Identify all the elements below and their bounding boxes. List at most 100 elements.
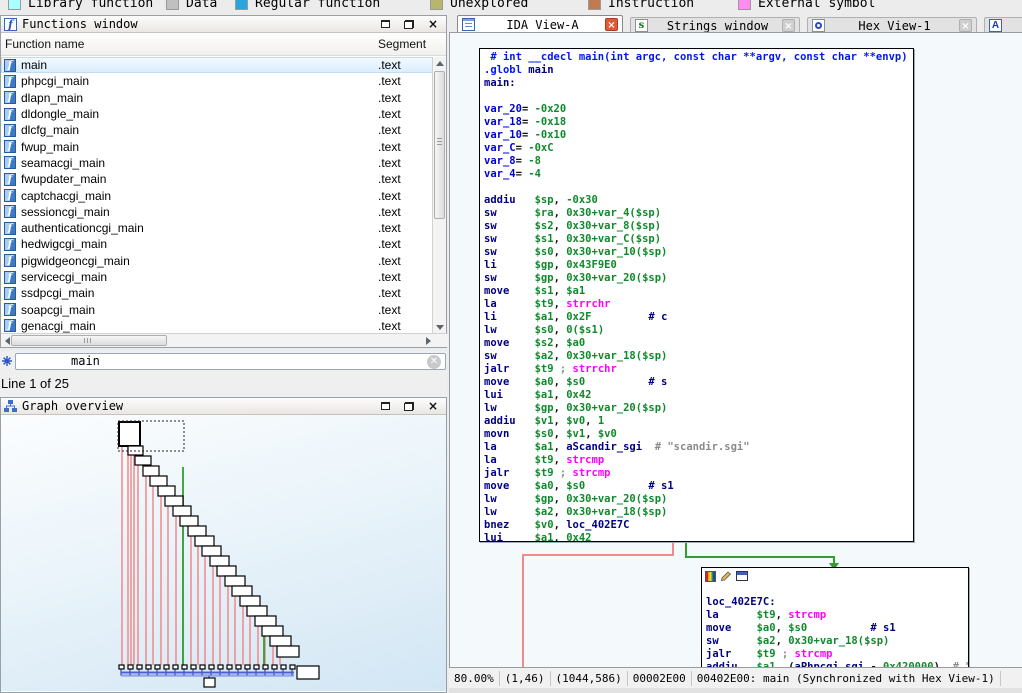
asm-line[interactable] bbox=[706, 583, 968, 596]
asm-line[interactable]: jalr $t9 ; strcmp bbox=[484, 467, 913, 480]
tab-close-icon[interactable]: × bbox=[605, 18, 618, 31]
asm-line[interactable]: addiu $v1, $v0, 1 bbox=[484, 415, 913, 428]
asm-line[interactable]: li $a1, 0x2F # c bbox=[484, 311, 913, 324]
asm-line[interactable]: addiu $sp, -0x30 bbox=[484, 194, 913, 207]
function-row[interactable]: fpigwidgeoncgi_main.text bbox=[1, 253, 434, 269]
asm-line[interactable]: move $a0, $s0 # s bbox=[484, 376, 913, 389]
function-row[interactable]: fservicecgi_main.text bbox=[1, 269, 434, 285]
tab-strings-window[interactable]: sStrings window× bbox=[630, 17, 800, 33]
function-row[interactable]: fauthenticationcgi_main.text bbox=[1, 220, 434, 236]
asm-line[interactable]: move $a0, $s0 # s1 bbox=[484, 480, 913, 493]
asm-line[interactable]: lw $gp, 0x30+var_20($sp) bbox=[484, 493, 913, 506]
asm-line[interactable]: la $t9, strrchr bbox=[484, 298, 913, 311]
column-function-name[interactable]: Function name bbox=[5, 37, 84, 51]
asm-line[interactable]: # int __cdecl main(int argc, const char … bbox=[484, 51, 913, 64]
asm-line[interactable]: jalr $t9 ; strrchr bbox=[484, 363, 913, 376]
function-row[interactable]: fsessioncgi_main.text bbox=[1, 204, 434, 220]
asm-line[interactable]: jalr $t9 ; strcmp bbox=[706, 648, 968, 661]
graph-overview-minimap[interactable] bbox=[1, 415, 446, 691]
horizontal-scrollbar-thumb[interactable] bbox=[11, 335, 167, 346]
tab-close-icon[interactable]: × bbox=[782, 19, 795, 32]
asm-line[interactable]: var_C= -0xC bbox=[484, 142, 913, 155]
function-row[interactable]: fsoapcgi_main.text bbox=[1, 301, 434, 317]
tab-textview[interactable]: A bbox=[984, 17, 1022, 33]
function-row[interactable]: ffwup_main.text bbox=[1, 138, 434, 154]
legend-swatch bbox=[588, 0, 601, 10]
asm-line[interactable]: lui $a1, 0x42 bbox=[484, 532, 913, 542]
maximize-icon[interactable] bbox=[379, 19, 391, 30]
asm-line[interactable]: var_8= -8 bbox=[484, 155, 913, 168]
asm-line[interactable] bbox=[484, 90, 913, 103]
horizontal-scrollbar[interactable] bbox=[1, 333, 448, 347]
asm-line[interactable]: sw $a2, 0x30+var_18($sp) bbox=[706, 635, 968, 648]
scroll-up-icon[interactable] bbox=[433, 57, 447, 70]
scroll-right-icon[interactable] bbox=[422, 334, 434, 348]
clear-filter-icon[interactable]: ✕ bbox=[427, 355, 441, 369]
asm-line[interactable]: var_18= -0x18 bbox=[484, 116, 913, 129]
restore-icon[interactable] bbox=[403, 401, 415, 412]
basic-block-loc-402E7C[interactable]: loc_402E7C:la $t9, strcmpmove $a0, $s0 #… bbox=[701, 567, 969, 667]
group-node-icon[interactable] bbox=[736, 571, 748, 581]
function-row[interactable]: ffwupdater_main.text bbox=[1, 171, 434, 187]
edit-pencil-icon[interactable] bbox=[720, 570, 732, 582]
asm-line[interactable]: lw $gp, 0x30+var_20($sp) bbox=[484, 402, 913, 415]
asm-line[interactable]: move $a0, $s0 # s1 bbox=[706, 622, 968, 635]
tab-close-icon[interactable]: × bbox=[959, 19, 972, 32]
asm-line[interactable]: movn $s0, $v1, $v0 bbox=[484, 428, 913, 441]
legend-label: Regular function bbox=[255, 0, 380, 11]
basic-block-main[interactable]: # int __cdecl main(int argc, const char … bbox=[479, 48, 914, 542]
asm-line[interactable] bbox=[484, 181, 913, 194]
asm-line[interactable]: lw $s0, 0($s1) bbox=[484, 324, 913, 337]
function-row[interactable]: fdlcfg_main.text bbox=[1, 122, 434, 138]
graph-overview-titlebar[interactable]: Graph overview × bbox=[1, 398, 446, 415]
asm-line[interactable]: main: bbox=[484, 77, 913, 90]
function-row[interactable]: fssdpcgi_main.text bbox=[1, 285, 434, 301]
vertical-scrollbar-thumb[interactable] bbox=[434, 71, 445, 219]
asm-line[interactable]: lui $a1, 0x42 bbox=[484, 389, 913, 402]
vertical-scrollbar[interactable] bbox=[432, 57, 446, 334]
function-list-header[interactable]: Function name Segment bbox=[1, 33, 446, 56]
tab-hex-view-1[interactable]: Hex View-1× bbox=[807, 17, 977, 33]
function-icon: f bbox=[4, 319, 16, 332]
asm-line[interactable]: sw $s2, 0x30+var_8($sp) bbox=[484, 220, 913, 233]
function-filter-input[interactable]: main ✕ bbox=[15, 353, 446, 370]
function-row[interactable]: fseamacgi_main.text bbox=[1, 155, 434, 171]
function-name: main bbox=[21, 58, 378, 72]
asm-line[interactable]: loc_402E7C: bbox=[706, 596, 968, 609]
restore-icon[interactable] bbox=[403, 19, 415, 30]
close-icon[interactable]: × bbox=[427, 401, 439, 412]
tab-ida-view-a[interactable]: IDA View-A× bbox=[457, 15, 623, 33]
asm-line[interactable]: sw $a2, 0x30+var_18($sp) bbox=[484, 350, 913, 363]
asm-line[interactable]: .globl main bbox=[484, 64, 913, 77]
functions-window-titlebar[interactable]: f Functions window × bbox=[1, 16, 446, 33]
close-icon[interactable]: × bbox=[427, 19, 439, 30]
function-row[interactable]: fgenacgi_main.text bbox=[1, 318, 434, 334]
function-row[interactable]: fdldongle_main.text bbox=[1, 106, 434, 122]
asm-line[interactable]: li $gp, 0x43F9E0 bbox=[484, 259, 913, 272]
disassembly-graph-canvas[interactable]: # int __cdecl main(int argc, const char … bbox=[449, 33, 1022, 667]
function-row[interactable]: fcaptchacgi_main.text bbox=[1, 187, 434, 203]
graph-overview-canvas[interactable] bbox=[1, 415, 446, 691]
asm-line[interactable]: var_20= -0x20 bbox=[484, 103, 913, 116]
functions-window-title: Functions window bbox=[22, 17, 379, 31]
function-row[interactable]: fhedwigcgi_main.text bbox=[1, 236, 434, 252]
function-row[interactable]: fmain.text bbox=[1, 57, 434, 73]
asm-line[interactable]: var_10= -0x10 bbox=[484, 129, 913, 142]
asm-line[interactable]: la $t9, strcmp bbox=[484, 454, 913, 467]
asm-line[interactable]: sw $s0, 0x30+var_10($sp) bbox=[484, 246, 913, 259]
asm-line[interactable]: lw $a2, 0x30+var_18($sp) bbox=[484, 506, 913, 519]
asm-line[interactable]: la $t9, strcmp bbox=[706, 609, 968, 622]
asm-line[interactable]: la $a1, aScandir_sgi # "scandir.sgi" bbox=[484, 441, 913, 454]
function-row[interactable]: fdlapn_main.text bbox=[1, 90, 434, 106]
asm-line[interactable]: sw $ra, 0x30+var_4($sp) bbox=[484, 207, 913, 220]
node-color-icon[interactable] bbox=[705, 571, 716, 582]
asm-line[interactable]: var_4= -4 bbox=[484, 168, 913, 181]
asm-line[interactable]: bnez $v0, loc_402E7C bbox=[484, 519, 913, 532]
asm-line[interactable]: sw $gp, 0x30+var_20($sp) bbox=[484, 272, 913, 285]
asm-line[interactable]: move $s2, $a0 bbox=[484, 337, 913, 350]
function-row[interactable]: fphpcgi_main.text bbox=[1, 73, 434, 89]
maximize-icon[interactable] bbox=[379, 401, 391, 412]
asm-line[interactable]: move $s1, $a1 bbox=[484, 285, 913, 298]
asm-line[interactable]: sw $s1, 0x30+var_C($sp) bbox=[484, 233, 913, 246]
column-segment[interactable]: Segment bbox=[378, 37, 426, 51]
